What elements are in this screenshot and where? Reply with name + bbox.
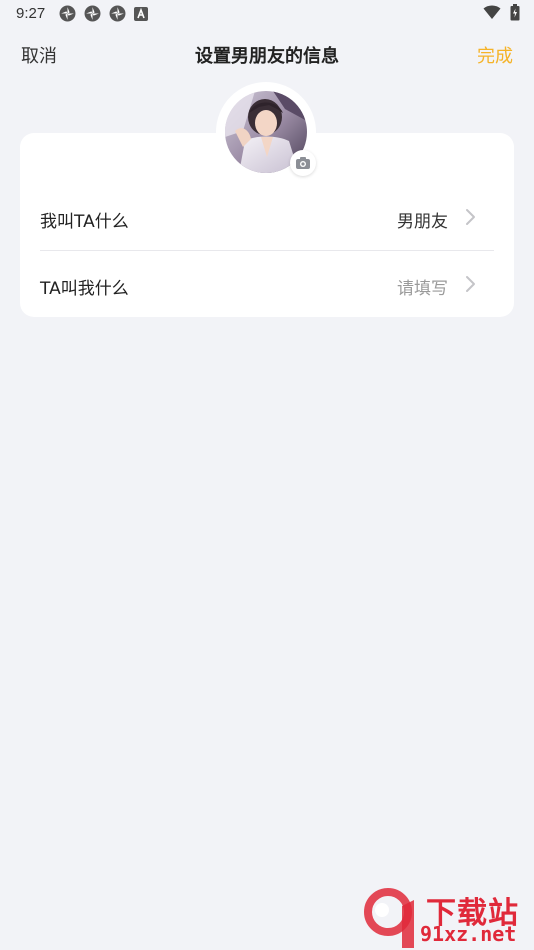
nav-header: 取消 设置男朋友的信息 完成 xyxy=(0,36,534,72)
wifi-icon xyxy=(483,5,501,19)
row-value-placeholder: 请填写 xyxy=(397,279,448,299)
camera-badge[interactable] xyxy=(290,150,316,176)
watermark-url: 91xz.net xyxy=(420,922,517,946)
row-what-i-call-ta[interactable]: 我叫TA什么 男朋友 xyxy=(20,184,494,250)
chevron-right-icon xyxy=(466,209,475,225)
pinwheel-icon xyxy=(84,5,101,22)
a-badge-icon xyxy=(134,7,148,21)
pinwheel-icon xyxy=(109,5,126,22)
chevron-right-icon xyxy=(466,276,475,292)
status-time: 9:27 xyxy=(16,5,46,22)
row-label: 我叫TA什么 xyxy=(40,212,129,232)
battery-icon xyxy=(510,4,520,21)
page-title: 设置男朋友的信息 xyxy=(195,46,339,67)
avatar-button[interactable] xyxy=(216,82,316,182)
row-label: TA叫我什么 xyxy=(40,279,129,299)
watermark-logo-icon xyxy=(364,888,414,948)
row-value: 男朋友 xyxy=(397,212,448,232)
camera-icon xyxy=(296,157,310,169)
status-bar: 9:27 xyxy=(0,0,534,28)
done-button[interactable]: 完成 xyxy=(477,42,513,68)
row-what-ta-calls-me[interactable]: TA叫我什么 请填写 xyxy=(20,251,494,317)
status-right-icons xyxy=(483,4,520,23)
site-watermark: 下载站 91xz.net xyxy=(362,886,534,950)
pinwheel-icon xyxy=(59,5,76,22)
